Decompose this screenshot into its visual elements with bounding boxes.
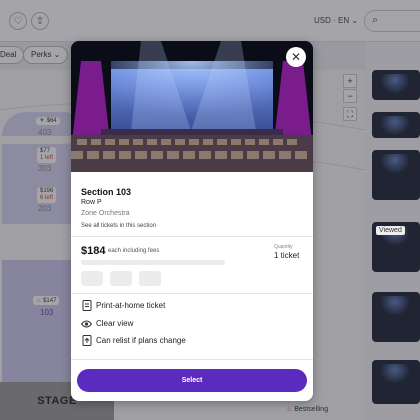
viewed-badge: Viewed [376, 226, 405, 235]
feature-label: Can relist if plans change [96, 336, 186, 345]
feature-relist: Can relist if plans change [81, 335, 186, 346]
divider [71, 359, 313, 360]
eye-icon [81, 318, 92, 329]
stage-photo-illustration [71, 41, 313, 172]
quantity-label: Quantity [274, 244, 293, 250]
feature-label: Print-at-home ticket [96, 301, 166, 310]
quantity-selector[interactable]: 1 ticket [274, 251, 299, 260]
loading-placeholder [110, 271, 132, 286]
section-title: Section 103 [81, 187, 132, 197]
venue-view-photo: ✕ [71, 41, 313, 172]
row-label: Row P [81, 199, 102, 206]
zone-label: Zone Orchestra [81, 210, 130, 217]
ticket-price: $184 [81, 245, 106, 257]
ticket-detail-modal: ✕ Section 103 Row P Zone Orchestra See a… [71, 41, 313, 401]
divider [71, 236, 313, 237]
feature-print-at-home: Print-at-home ticket [81, 300, 165, 311]
ticket-icon [81, 300, 92, 311]
loading-placeholder [81, 260, 225, 265]
price-note: each including fees [108, 248, 160, 254]
divider [71, 293, 313, 294]
loading-placeholder [139, 271, 161, 286]
loading-placeholder [81, 271, 103, 286]
select-button[interactable]: Select [77, 369, 307, 392]
see-all-tickets-link[interactable]: See all tickets in this section [81, 223, 156, 229]
relist-icon [81, 335, 92, 346]
close-icon: ✕ [290, 50, 302, 64]
page: ♡ ⇪ USD · EN ⌄ ⌕ Deal Perks ⌄ ▼ $64 403 … [0, 0, 420, 420]
close-button[interactable]: ✕ [286, 47, 306, 67]
feature-clear-view: Clear view [81, 318, 133, 329]
feature-label: Clear view [96, 319, 134, 328]
